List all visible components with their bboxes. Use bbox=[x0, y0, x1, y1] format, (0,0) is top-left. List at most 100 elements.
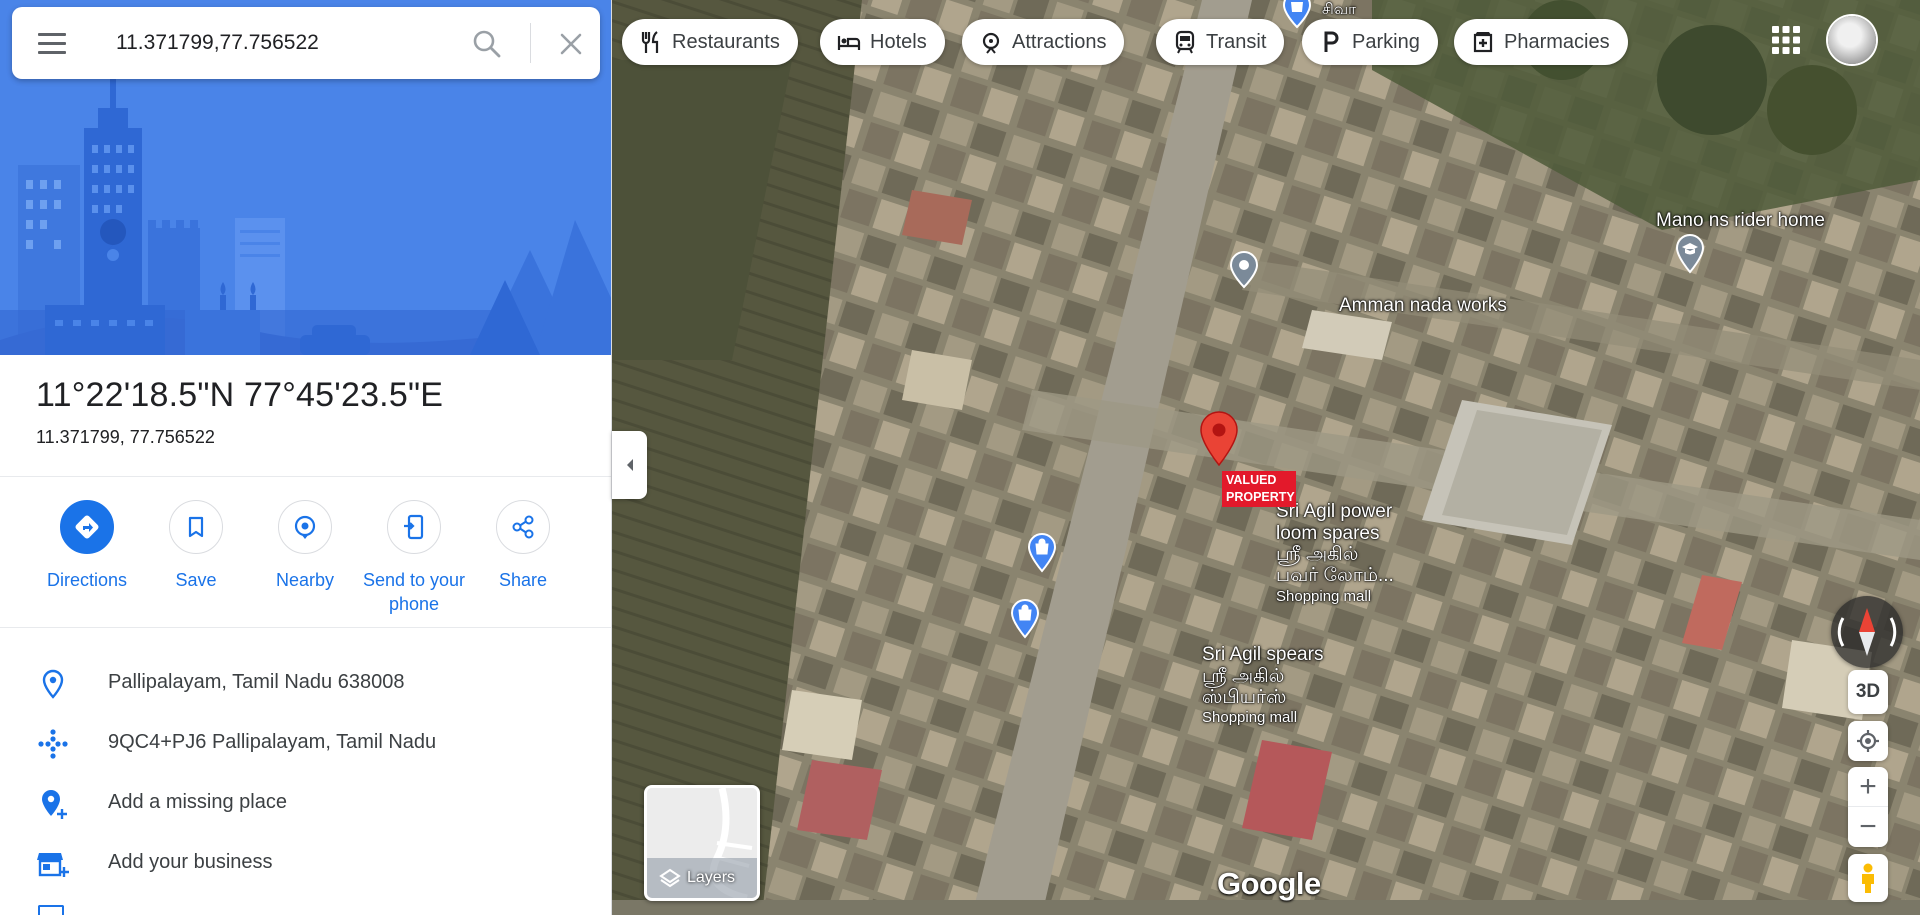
address-text: Pallipalayam, Tamil Nadu 638008 bbox=[108, 671, 405, 693]
divider bbox=[0, 627, 611, 628]
zoom-out-label: − bbox=[1859, 810, 1877, 843]
share-button[interactable]: Share bbox=[463, 500, 583, 592]
collapse-panel-button[interactable] bbox=[612, 431, 647, 499]
layers-label-wrap: Layers bbox=[659, 868, 735, 888]
compass-button[interactable] bbox=[1831, 596, 1903, 668]
zoom-out-button[interactable]: − bbox=[1848, 807, 1888, 847]
map-label-agil-power-tamil-1: ஸ்ரீ அகில் bbox=[1276, 544, 1359, 565]
chip-restaurants[interactable]: Restaurants bbox=[622, 19, 798, 65]
add-missing-place-row[interactable]: Add a missing place bbox=[0, 773, 611, 829]
satellite-imagery bbox=[612, 0, 1920, 915]
layers-icon bbox=[659, 868, 681, 888]
nearby-icon bbox=[278, 500, 332, 554]
add-place-icon bbox=[42, 790, 67, 819]
parking-icon bbox=[1324, 31, 1339, 52]
send-to-phone-button[interactable]: Send to your phone bbox=[354, 500, 474, 616]
map-label-agil-power-2: loom spares bbox=[1276, 523, 1380, 544]
3d-toggle-button[interactable]: 3D bbox=[1848, 670, 1888, 714]
zoom-controls: + − bbox=[1848, 767, 1888, 847]
poi-marker-mano[interactable] bbox=[1675, 233, 1705, 275]
zoom-in-button[interactable]: + bbox=[1848, 767, 1888, 807]
add-missing-place-text: Add a missing place bbox=[108, 791, 287, 813]
search-button[interactable] bbox=[470, 27, 504, 61]
chip-restaurants-label: Restaurants bbox=[672, 30, 780, 53]
poi-marker-agil-power[interactable] bbox=[1027, 532, 1057, 574]
poi-marker-agil-spears[interactable] bbox=[1010, 598, 1040, 640]
search-icon bbox=[473, 30, 501, 58]
close-icon bbox=[560, 33, 582, 55]
map-label-mano: Mano ns rider home bbox=[1656, 210, 1825, 231]
directions-icon bbox=[60, 500, 114, 554]
chip-hotels-label: Hotels bbox=[870, 30, 927, 53]
nearby-label: Nearby bbox=[275, 570, 335, 590]
plus-code-icon bbox=[38, 729, 68, 759]
map-label-agil-spears-tamil-1: ஸ்ரீ அகில் bbox=[1202, 666, 1285, 687]
hamburger-icon bbox=[38, 33, 66, 36]
valued-property-sign: VALUED PROPERTY bbox=[1222, 471, 1296, 507]
action-bar: Directions Save Nearby Send to your phon… bbox=[0, 500, 611, 630]
send-to-phone-label: Send to your phone bbox=[362, 570, 466, 614]
side-panel: 11°22'18.5"N 77°45'23.5"E 11.371799, 77.… bbox=[0, 0, 612, 915]
selected-location-pin-icon[interactable] bbox=[1198, 410, 1240, 468]
share-icon bbox=[496, 500, 550, 554]
chip-hotels[interactable]: Hotels bbox=[820, 19, 945, 65]
chip-transit-label: Transit bbox=[1206, 30, 1267, 53]
nearby-button[interactable]: Nearby bbox=[245, 500, 365, 592]
place-subtitle: 11.371799, 77.756522 bbox=[36, 427, 215, 447]
search-input[interactable] bbox=[116, 27, 456, 59]
chip-attractions-label: Attractions bbox=[1012, 30, 1107, 53]
map-label-agil-spears-tamil-2: ஸ்பியர்ஸ் bbox=[1202, 687, 1287, 708]
attractions-icon bbox=[982, 32, 1000, 54]
add-business-text: Add your business bbox=[108, 851, 273, 873]
location-pin-icon bbox=[42, 669, 64, 699]
search-divider bbox=[530, 23, 531, 63]
map-canvas[interactable]: சிவா Mano ns rider home Amman nada works… bbox=[612, 0, 1920, 915]
divider bbox=[0, 476, 611, 477]
map-label-top: சிவா bbox=[1322, 1, 1356, 18]
add-business-row[interactable]: Add your business bbox=[0, 833, 611, 889]
street-view-pegman-button[interactable] bbox=[1848, 854, 1888, 902]
google-logo: Google bbox=[1217, 866, 1321, 901]
map-label-agil-spears-category: Shopping mall bbox=[1202, 709, 1298, 726]
chip-parking[interactable]: Parking bbox=[1302, 19, 1438, 65]
chevron-left-icon bbox=[626, 459, 633, 471]
place-header: 11°22'18.5"N 77°45'23.5"E 11.371799, 77.… bbox=[36, 376, 443, 448]
pharmacy-icon bbox=[1473, 32, 1493, 53]
pegman-icon bbox=[1862, 863, 1874, 893]
apps-grid-icon[interactable] bbox=[1770, 24, 1802, 56]
plus-code-row[interactable]: 9QC4+PJ6 Pallipalayam, Tamil Nadu bbox=[0, 713, 611, 769]
hotel-icon bbox=[837, 36, 861, 50]
restaurant-icon bbox=[641, 31, 659, 53]
transit-icon bbox=[1175, 30, 1195, 54]
my-location-icon bbox=[1857, 730, 1879, 752]
share-label: Share bbox=[498, 570, 548, 590]
map-label-agil-spears: Sri Agil spears bbox=[1202, 644, 1324, 665]
map-label-agil-power-tamil-2: பவர் லோம்... bbox=[1276, 565, 1394, 586]
chip-pharmacies-label: Pharmacies bbox=[1504, 30, 1610, 53]
chip-attractions[interactable]: Attractions bbox=[962, 19, 1125, 65]
bookmark-icon bbox=[169, 500, 223, 554]
clear-search-button[interactable] bbox=[554, 27, 588, 61]
directions-button[interactable]: Directions bbox=[27, 500, 147, 592]
search-box bbox=[12, 7, 600, 79]
directions-label: Directions bbox=[46, 570, 128, 590]
next-row-icon bbox=[38, 905, 64, 915]
layers-button[interactable]: Layers bbox=[644, 785, 760, 901]
save-button[interactable]: Save bbox=[136, 500, 256, 592]
poi-marker-amman[interactable] bbox=[1229, 250, 1259, 290]
add-business-icon bbox=[37, 853, 69, 877]
map-label-agil-power-category: Shopping mall bbox=[1276, 588, 1372, 605]
avatar[interactable] bbox=[1828, 16, 1876, 64]
address-row[interactable]: Pallipalayam, Tamil Nadu 638008 bbox=[0, 653, 611, 709]
map-label-amman: Amman nada works bbox=[1339, 295, 1507, 316]
zoom-in-label: + bbox=[1859, 769, 1877, 803]
plus-code-text: 9QC4+PJ6 Pallipalayam, Tamil Nadu bbox=[108, 731, 437, 753]
send-to-phone-icon bbox=[387, 500, 441, 554]
menu-button[interactable] bbox=[36, 27, 68, 59]
chip-transit[interactable]: Transit bbox=[1156, 19, 1285, 65]
chip-pharmacies[interactable]: Pharmacies bbox=[1454, 19, 1628, 65]
my-location-button[interactable] bbox=[1848, 721, 1888, 761]
layers-label: Layers bbox=[687, 869, 736, 886]
3d-label: 3D bbox=[1855, 681, 1881, 702]
chip-parking-label: Parking bbox=[1352, 30, 1420, 53]
